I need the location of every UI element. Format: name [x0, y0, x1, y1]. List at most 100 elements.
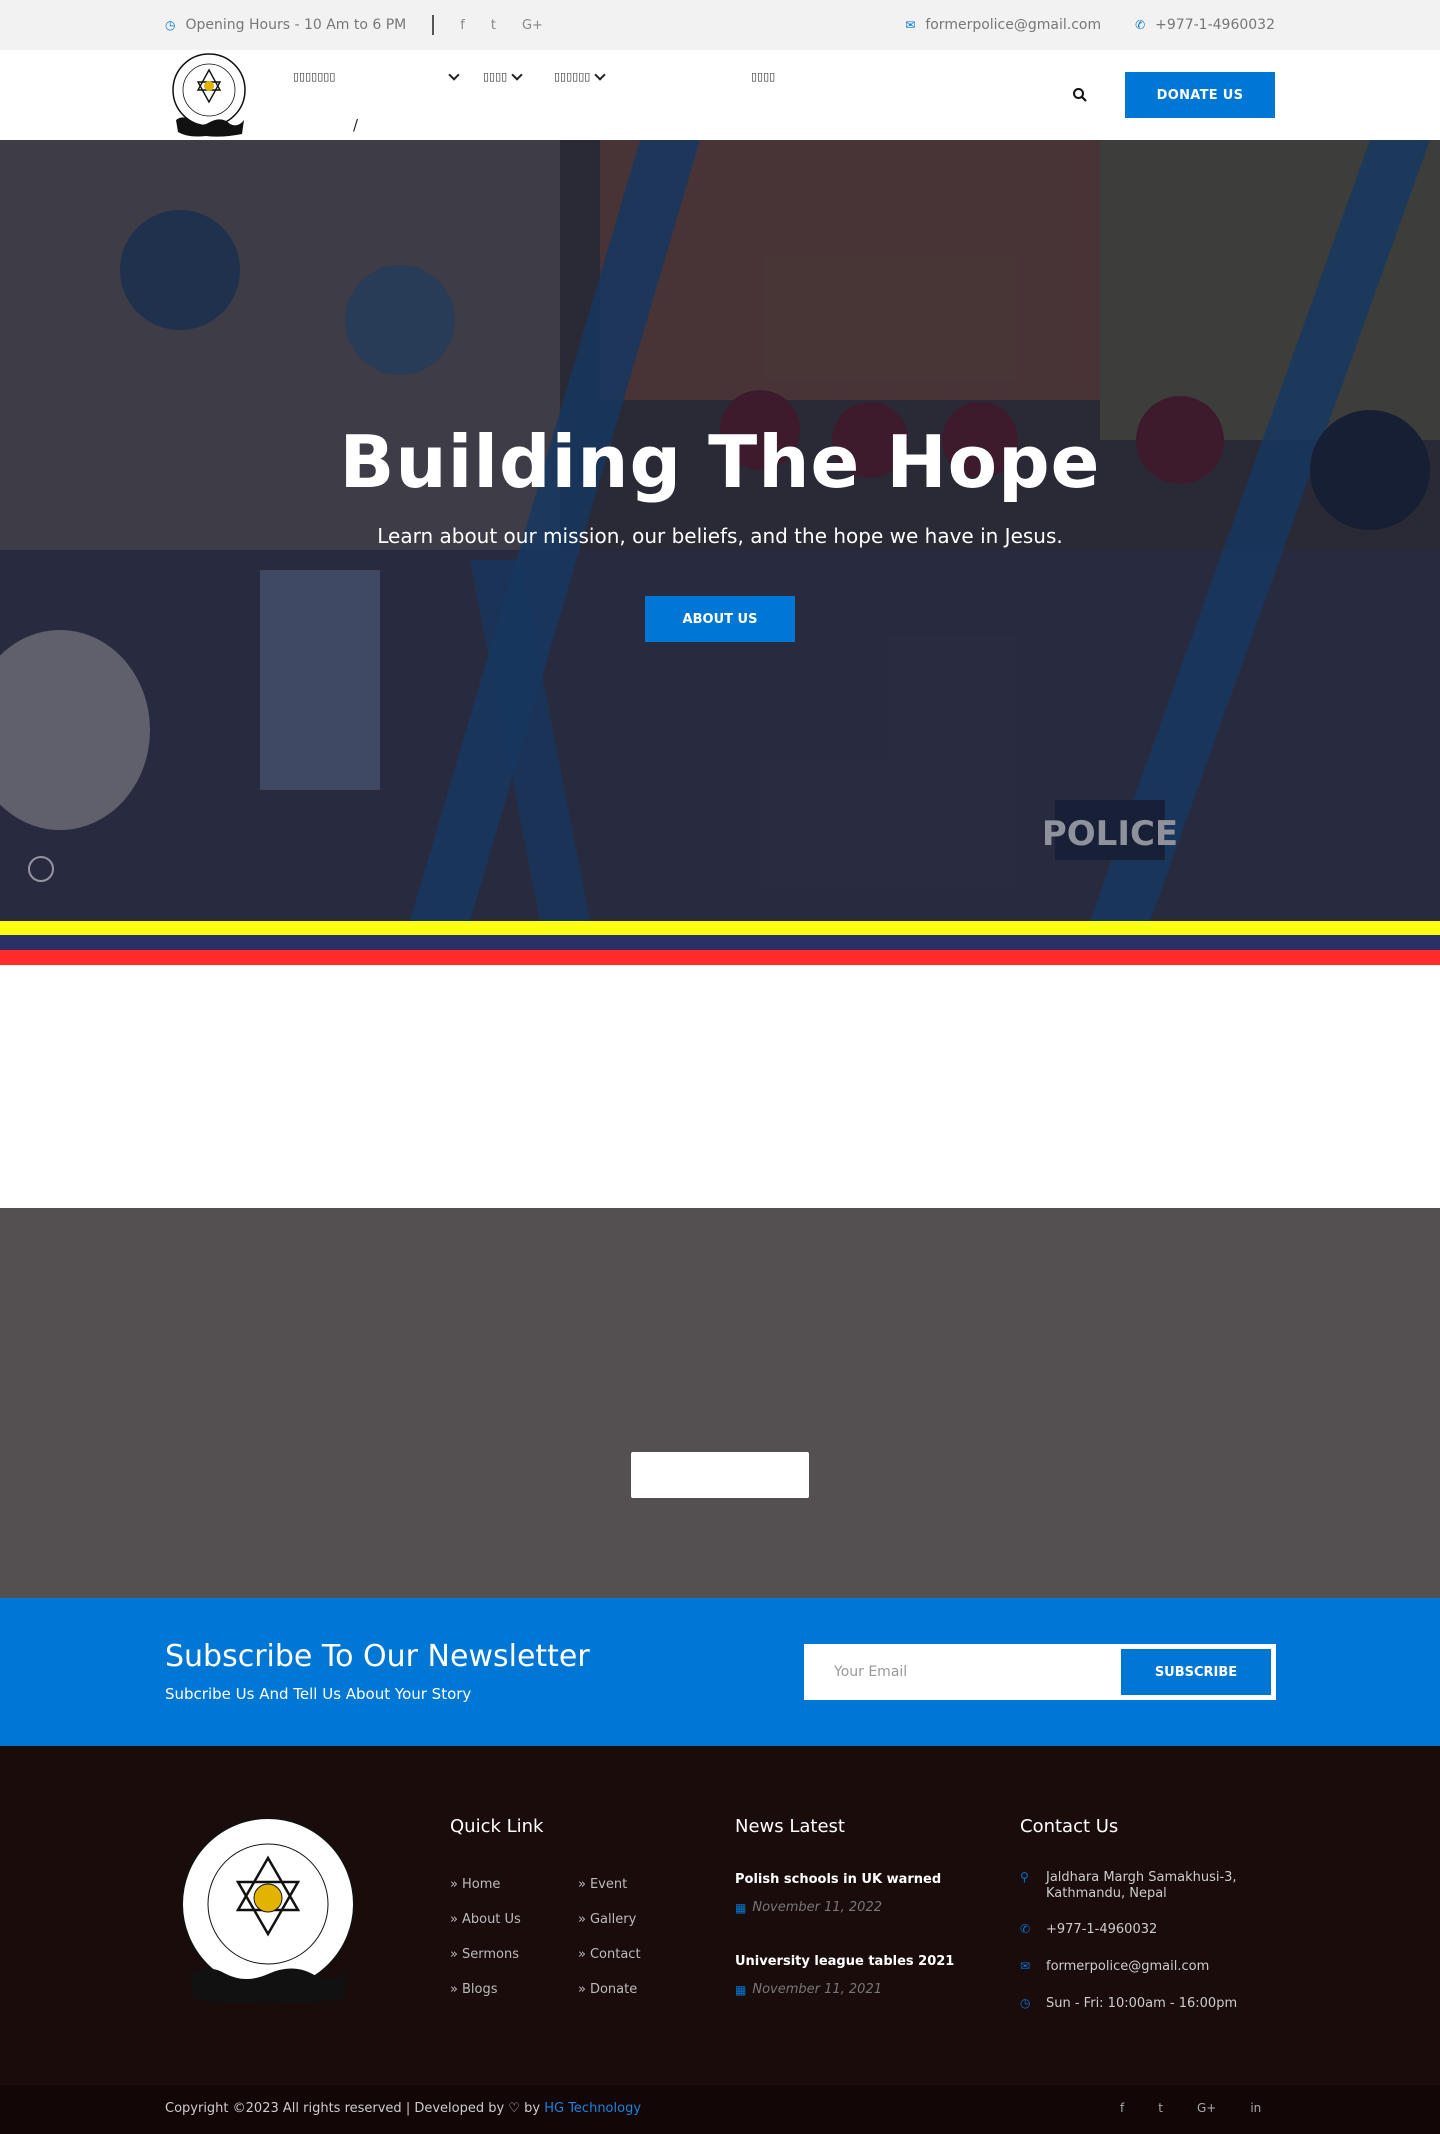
footer-link-event[interactable]: » Event	[578, 1877, 627, 1892]
menu-item-4[interactable]: ▯▯▯▯	[751, 70, 775, 83]
bottom-bar: Copyright ©2023 All rights reserved | De…	[0, 2085, 1440, 2134]
footer-link-label: Home	[461, 1877, 501, 1892]
footer-link-contact[interactable]: » Contact	[578, 1947, 641, 1962]
top-social-links: f t G+	[460, 18, 543, 33]
news-date-text: November 11, 2022	[752, 1900, 882, 1915]
menu-item-2[interactable]: ▯▯▯▯	[483, 68, 523, 83]
footer-link-label: Event	[589, 1877, 628, 1892]
footer-link-label: Contact	[589, 1947, 641, 1962]
news-latest-heading: News Latest	[735, 1816, 845, 1837]
copyright: Copyright ©2023 All rights reserved | De…	[165, 2101, 641, 2116]
footer-link-sermons[interactable]: » Sermons	[450, 1947, 519, 1962]
contact-phone[interactable]: ✆ +977-1-4960032	[1020, 1922, 1157, 1938]
double-chevron-icon: »	[578, 1877, 586, 1892]
hero-subtitle: Learn about our mission, our beliefs, an…	[377, 524, 1063, 548]
slider-indicator[interactable]	[28, 856, 54, 882]
double-chevron-icon: »	[578, 1982, 586, 1997]
footer-link-blogs[interactable]: » Blogs	[450, 1982, 497, 1997]
phone-icon: ✆	[1020, 1922, 1031, 1936]
contact-hours: ◷ Sun - Fri: 10:00am - 16:00pm	[1020, 1996, 1237, 2012]
twitter-icon[interactable]: t	[491, 18, 496, 33]
contact-phone-text: +977-1-4960032	[1046, 1922, 1158, 1937]
double-chevron-icon: »	[450, 1912, 458, 1927]
top-phone[interactable]: ✆ +977-1-4960032	[1135, 17, 1275, 33]
calendar-icon: ▦	[735, 1900, 747, 1915]
contact-address-text: Jaldhara Margh Samakhusi-3, Kathmandu, N…	[1046, 1870, 1237, 1901]
bottom-social-links: f t G+ in	[1120, 2101, 1261, 2115]
footer-link-label: Sermons	[461, 1947, 519, 1962]
phone-icon: ✆	[1135, 18, 1146, 32]
heart-icon: ♡	[508, 2101, 520, 2116]
chevron-down-icon	[594, 68, 606, 81]
menu-separator: /	[353, 116, 359, 134]
google-plus-icon[interactable]: G+	[522, 18, 543, 33]
contact-us-heading: Contact Us	[1020, 1816, 1119, 1837]
opening-hours-text: Opening Hours - 10 Am to 6 PM	[185, 17, 407, 33]
footer-link-donate[interactable]: » Donate	[578, 1982, 637, 1997]
donate-button[interactable]: DONATE US	[1125, 72, 1275, 118]
footer-link-gallery[interactable]: » Gallery	[578, 1912, 636, 1927]
facebook-icon[interactable]: f	[460, 18, 465, 33]
footer-link-label: Donate	[589, 1982, 638, 1997]
footer-link-label: About Us	[461, 1912, 521, 1927]
menu-item-1[interactable]: ▯▯▯▯▯▯▯	[293, 68, 460, 83]
menu-item-3-label: ▯▯▯▯▯▯	[554, 70, 591, 83]
opening-hours: ◷ Opening Hours - 10 Am to 6 PM	[165, 17, 406, 33]
double-chevron-icon: »	[578, 1912, 586, 1927]
divider	[432, 15, 435, 35]
site-logo[interactable]	[170, 52, 248, 138]
news-item-date: ▦ November 11, 2021	[735, 1982, 882, 1997]
subscribe-button[interactable]: SUBSCRIBE	[1121, 1649, 1271, 1695]
stripe-red	[0, 950, 1440, 965]
hero-slider: POLICE Building The Hope Learn about our…	[0, 140, 1440, 921]
about-us-button[interactable]: ABOUT US	[645, 596, 795, 642]
double-chevron-icon: »	[450, 1947, 458, 1962]
copyright-text: Copyright ©2023 All rights reserved | De…	[165, 2101, 505, 2116]
news-date-text: November 11, 2021	[752, 1982, 882, 1997]
envelope-icon: ✉	[905, 18, 916, 32]
top-email[interactable]: ✉ formerpolice@gmail.com	[905, 17, 1101, 33]
contact-hours-text: Sun - Fri: 10:00am - 16:00pm	[1046, 1996, 1238, 2011]
footer-link-home[interactable]: » Home	[450, 1877, 500, 1892]
news-item-title[interactable]: University league tables 2021	[735, 1954, 954, 1969]
newsletter-title: Subscribe To Our Newsletter	[165, 1639, 590, 1674]
map-marker-icon: ⚲	[1020, 1870, 1029, 1884]
quick-link-heading: Quick Link	[450, 1816, 544, 1837]
newsletter-form: SUBSCRIBE	[804, 1644, 1276, 1700]
double-chevron-icon: »	[450, 1877, 458, 1892]
content-section-empty	[0, 965, 1440, 1208]
facebook-icon[interactable]: f	[1120, 2101, 1124, 2115]
news-item-title[interactable]: Polish schools in UK warned	[735, 1872, 941, 1887]
top-bar: ◷ Opening Hours - 10 Am to 6 PM f t G+ ✉…	[0, 0, 1440, 50]
search-icon[interactable]	[1072, 87, 1088, 103]
developer-link[interactable]: HG Technology	[544, 2101, 641, 2116]
twitter-icon[interactable]: t	[1158, 2101, 1163, 2115]
footer: Quick Link » Home » About Us » Sermons » Blo…	[0, 1746, 1440, 2085]
envelope-icon: ✉	[1020, 1959, 1031, 1973]
hero-title: Building The Hope	[339, 420, 1101, 504]
main-navbar: ▯▯▯▯▯▯▯ ▯▯▯▯ ▯▯▯▯▯▯ ▯▯▯▯ / DONATE US	[0, 50, 1440, 140]
menu-item-4-label: ▯▯▯▯	[751, 70, 776, 83]
double-chevron-icon: »	[578, 1947, 586, 1962]
email-input[interactable]	[834, 1657, 1094, 1687]
contact-email-text: formerpolice@gmail.com	[1046, 1959, 1210, 1974]
google-plus-icon[interactable]: G+	[1197, 2101, 1216, 2115]
clock-icon: ◷	[1020, 1996, 1031, 2010]
clock-icon: ◷	[165, 18, 176, 32]
menu-item-1-label: ▯▯▯▯▯▯▯	[293, 70, 336, 83]
top-email-text: formerpolice@gmail.com	[925, 17, 1102, 33]
stripe-navy	[0, 935, 1440, 950]
double-chevron-icon: »	[450, 1982, 458, 1997]
top-phone-text: +977-1-4960032	[1155, 17, 1275, 33]
footer-link-about[interactable]: » About Us	[450, 1912, 521, 1927]
menu-item-3[interactable]: ▯▯▯▯▯▯	[554, 68, 606, 83]
blank-button[interactable]	[631, 1452, 809, 1498]
footer-link-label: Gallery	[589, 1912, 637, 1927]
chevron-down-icon	[448, 68, 460, 81]
linkedin-icon[interactable]: in	[1250, 2101, 1261, 2115]
newsletter-section: Subscribe To Our Newsletter Subcribe Us …	[0, 1598, 1440, 1746]
contact-email[interactable]: ✉ formerpolice@gmail.com	[1020, 1959, 1209, 1975]
contact-address: ⚲ Jaldhara Margh Samakhusi-3, Kathmandu, …	[1020, 1870, 1240, 1901]
newsletter-subtitle: Subcribe Us And Tell Us About Your Story	[165, 1685, 472, 1703]
news-item-date: ▦ November 11, 2022	[735, 1900, 882, 1915]
